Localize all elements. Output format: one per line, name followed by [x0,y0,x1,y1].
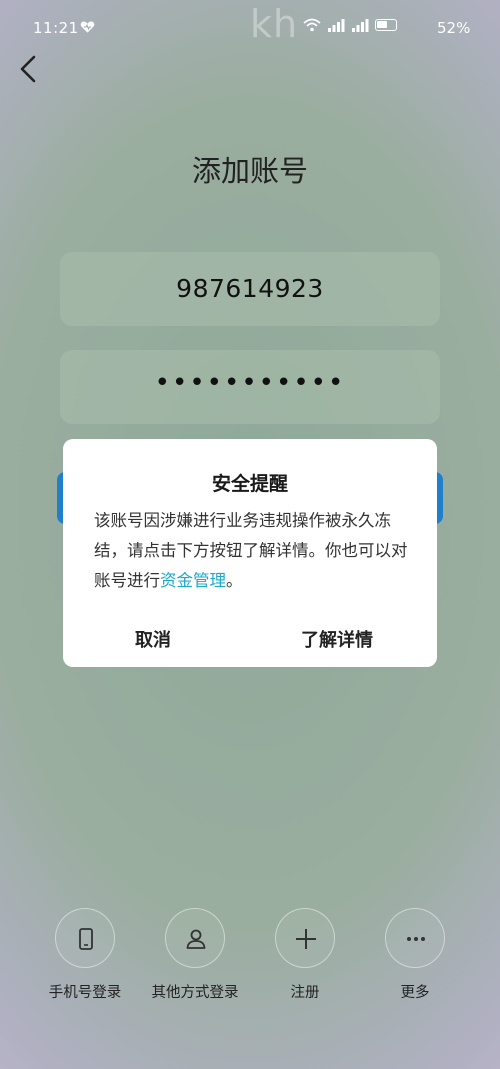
account-field[interactable]: 987614923 [60,252,440,326]
heart-icon [80,21,95,33]
details-button[interactable]: 了解详情 [301,626,373,652]
more-icon [407,937,425,941]
status-time: 11:21 [33,19,79,37]
page-title: 添加账号 [191,154,308,188]
back-button[interactable] [12,52,46,86]
signal-icon [352,19,369,32]
wifi-icon [303,18,321,32]
register-circle[interactable] [275,908,335,968]
more-circle[interactable] [385,908,445,968]
password-field[interactable]: ••••••••••• [60,350,440,424]
register-button[interactable]: 注册 [245,908,365,1003]
other-login-circle[interactable] [165,908,225,968]
phone-login-circle[interactable] [55,908,115,968]
other-login-button[interactable]: 其他方式登录 [135,908,255,1003]
other-login-label: 其他方式登录 [151,985,239,1001]
dialog-body-suffix: 。 [226,571,243,590]
phone-login-button[interactable]: 手机号登录 [25,908,145,1003]
password-value: ••••••••••• [154,368,346,398]
cancel-button[interactable]: 取消 [135,626,171,652]
dialog-body: 该账号因涉嫌进行业务违规操作被永久冻结，请点击下方按钮了解详情。你也可以对账号进… [94,506,412,596]
signal-icon [328,19,345,32]
battery-level: 52% [437,19,471,37]
security-dialog: 安全提醒 该账号因涉嫌进行业务违规操作被永久冻结，请点击下方按钮了解详情。你也可… [63,439,437,667]
battery-icon [375,19,397,31]
account-value: 987614923 [176,274,324,303]
plus-icon [296,929,316,949]
status-bar: 11:21 kh 52% [0,0,500,56]
phone-icon [79,928,93,950]
more-label: 更多 [400,985,430,1001]
status-icons [303,18,397,32]
person-icon [186,929,206,949]
register-label: 注册 [290,985,320,1001]
more-button[interactable]: 更多 [355,908,475,1003]
fund-management-link[interactable]: 资金管理 [160,571,226,590]
dialog-title: 安全提醒 [211,473,288,495]
phone-login-label: 手机号登录 [48,985,122,1001]
dialog-body-text: 该账号因涉嫌进行业务违规操作被永久冻结，请点击下方按钮了解详情。你也可以对账号进… [94,511,408,590]
watermark: kh [250,2,299,46]
